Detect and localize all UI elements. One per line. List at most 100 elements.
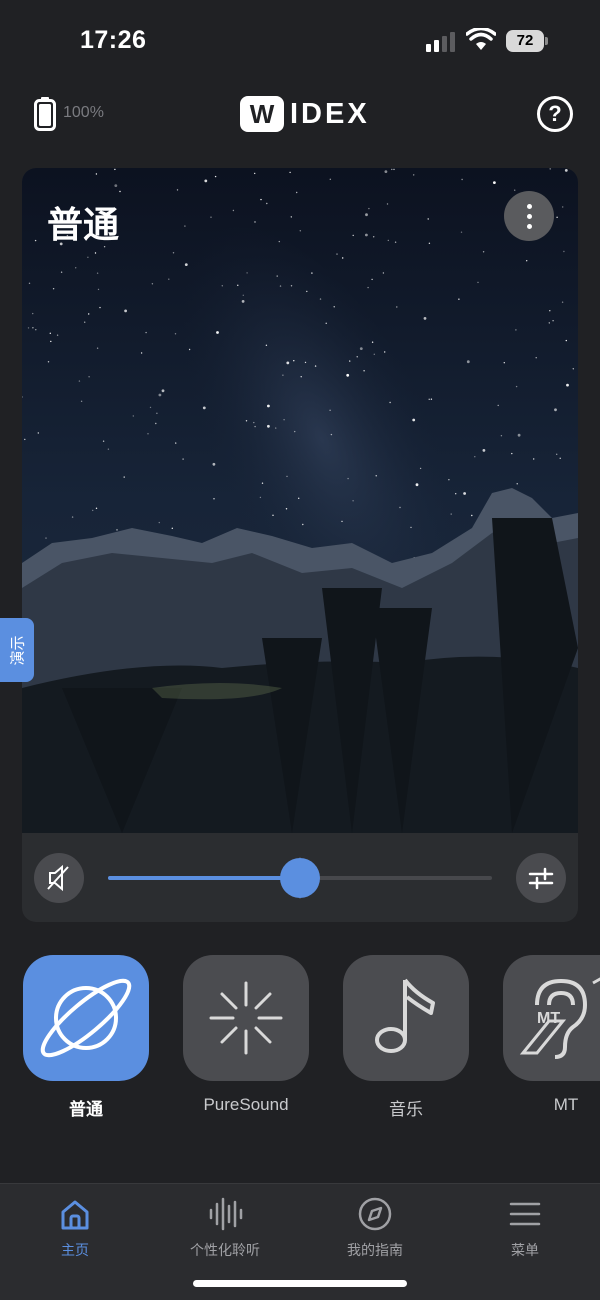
help-button[interactable]: ? [537, 96, 573, 132]
star [276, 275, 278, 277]
star [363, 370, 365, 372]
star [145, 331, 147, 334]
demo-tab[interactable]: 演示 [0, 618, 34, 682]
star [346, 373, 350, 377]
star [471, 514, 473, 517]
star [352, 234, 354, 237]
program-tile[interactable] [183, 955, 309, 1081]
star [329, 178, 331, 180]
star [151, 283, 154, 285]
star [559, 457, 561, 459]
star [50, 340, 52, 343]
adjust-sound-button[interactable] [516, 853, 566, 903]
star [477, 281, 479, 284]
program-tile[interactable]: MT [503, 955, 600, 1081]
home-indicator[interactable] [193, 1280, 407, 1287]
star [254, 172, 256, 175]
star [149, 406, 152, 409]
star [556, 216, 558, 218]
star [286, 475, 288, 478]
star [71, 516, 74, 518]
more-options-button[interactable] [504, 191, 554, 241]
star [95, 507, 98, 509]
program-tile[interactable] [343, 955, 469, 1081]
star [562, 206, 564, 208]
nav-label: 个性化聆听 [190, 1242, 260, 1258]
nav-item-menu[interactable]: 菜单 [450, 1194, 600, 1260]
star [266, 202, 268, 205]
volume-slider-thumb[interactable] [280, 858, 320, 898]
star [493, 181, 496, 184]
star [561, 301, 564, 303]
program-label: 音乐 [389, 1100, 423, 1119]
star [147, 433, 149, 435]
star [393, 168, 395, 171]
star [114, 184, 118, 187]
star [371, 341, 374, 343]
star [267, 424, 270, 428]
program-title: 普通 [47, 204, 120, 245]
star [182, 458, 184, 460]
star [349, 360, 351, 362]
nav-label: 我的指南 [347, 1242, 403, 1258]
program-label: 普通 [69, 1100, 103, 1119]
wifi-icon [466, 28, 496, 50]
star [293, 360, 295, 362]
star [214, 175, 217, 178]
star [188, 348, 191, 351]
star [548, 322, 550, 324]
star [289, 171, 291, 174]
star [97, 288, 100, 291]
star [533, 458, 535, 460]
star [28, 282, 31, 284]
status-bar: 17:26 72 [0, 0, 600, 80]
hamburger-menu-icon [509, 1202, 541, 1226]
star [283, 419, 285, 421]
star [290, 216, 292, 218]
star [314, 365, 317, 367]
star [516, 483, 518, 485]
star [535, 357, 537, 359]
star [333, 306, 335, 308]
star [286, 361, 290, 365]
widex-logo: W IDEX [240, 94, 370, 134]
logo-mark: W [240, 96, 284, 132]
nav-label: 主页 [61, 1242, 89, 1258]
star [34, 239, 37, 242]
star [423, 317, 427, 320]
star [373, 353, 375, 355]
star [202, 406, 206, 410]
program-item-puresound[interactable]: PureSound [183, 955, 309, 1115]
program-item-mt[interactable]: MT MT [503, 955, 600, 1115]
mute-button[interactable] [34, 853, 84, 903]
star [373, 236, 375, 238]
nav-item-home[interactable]: 主页 [0, 1194, 150, 1260]
star [302, 523, 304, 526]
star [428, 242, 431, 244]
program-item-general[interactable]: 普通 [23, 955, 149, 1120]
star [155, 422, 157, 425]
star [87, 256, 89, 258]
star [365, 233, 368, 237]
star [458, 298, 460, 300]
more-vertical-icon [526, 203, 532, 209]
star [482, 251, 485, 253]
program-item-music[interactable]: 音乐 [343, 955, 469, 1120]
star [330, 433, 333, 436]
more-vertical-icon-dot [526, 213, 532, 219]
status-time: 17:26 [80, 26, 147, 54]
star [60, 271, 63, 273]
star [526, 260, 528, 262]
program-tile[interactable] [23, 955, 149, 1081]
more-vertical-icon-dot [526, 223, 532, 229]
star [367, 286, 369, 289]
star [123, 476, 125, 478]
star [140, 352, 143, 354]
nav-item-personalized-listening[interactable]: 个性化聆听 [150, 1194, 300, 1260]
nav-item-my-guide[interactable]: 我的指南 [300, 1194, 450, 1260]
star [325, 322, 327, 324]
star [232, 209, 235, 212]
star [549, 168, 551, 170]
star [176, 189, 179, 191]
star [242, 294, 244, 296]
